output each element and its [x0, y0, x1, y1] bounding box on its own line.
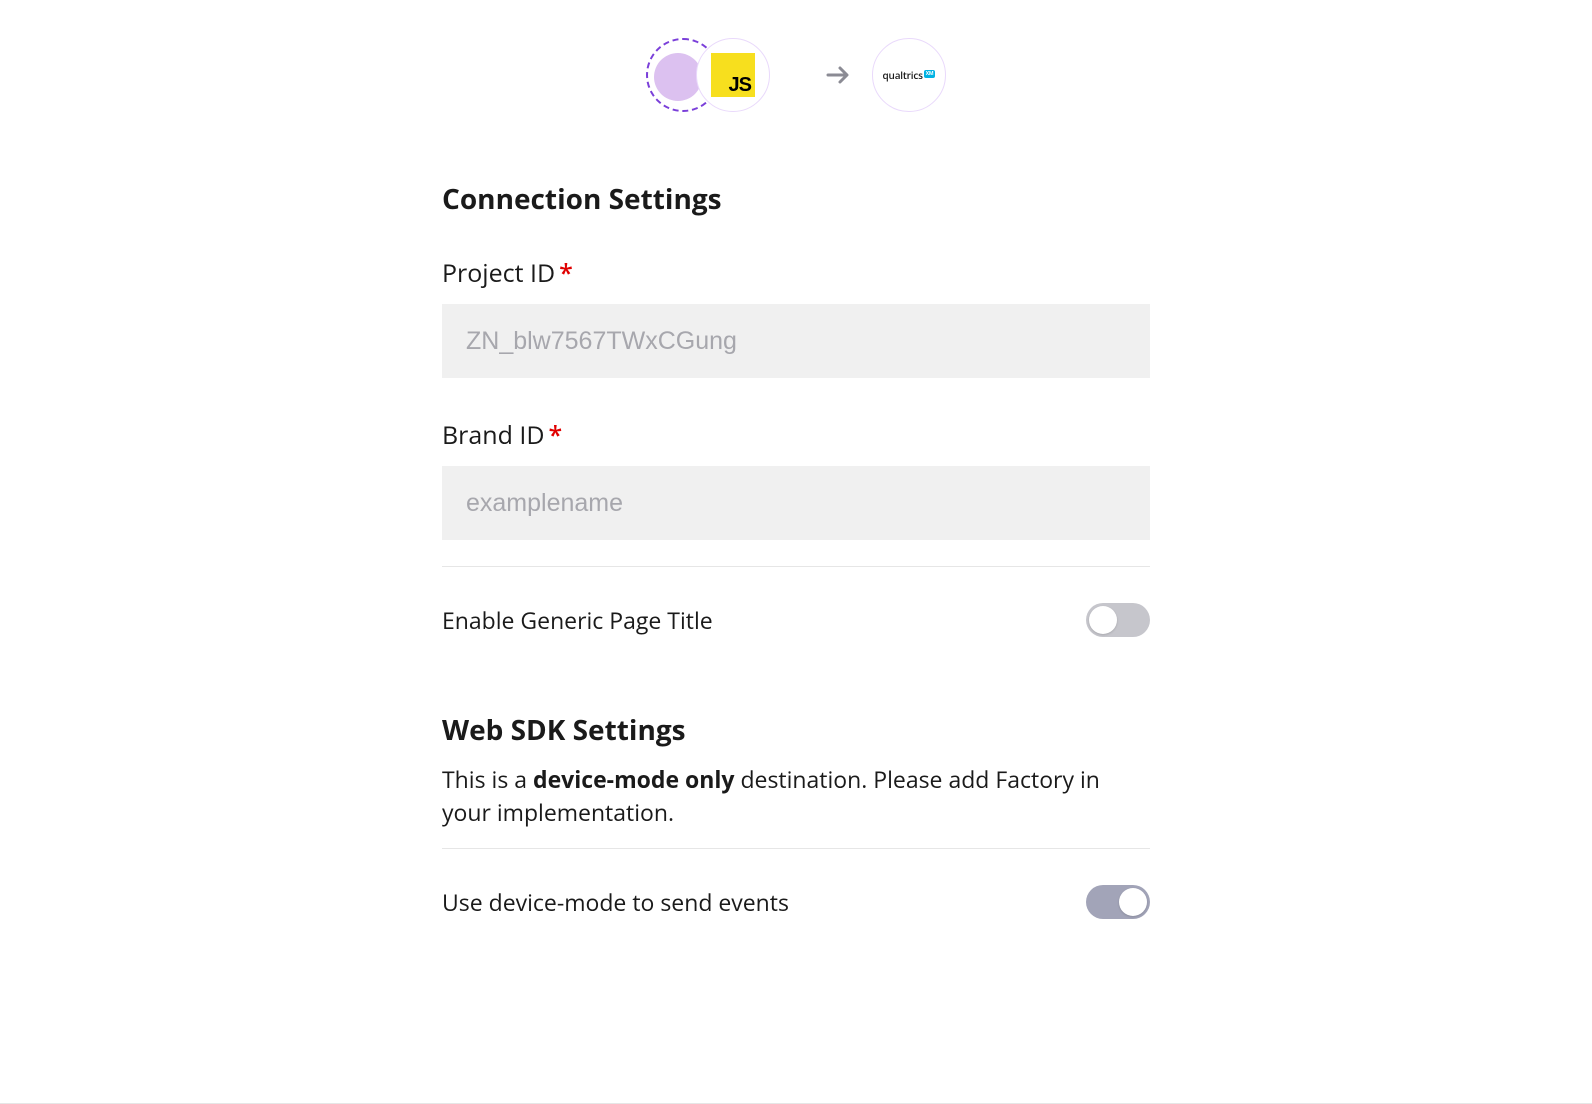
web-sdk-settings-title: Web SDK Settings	[442, 711, 1150, 749]
destination-circle: qualtricsXM	[872, 38, 946, 112]
toggle-knob-icon	[1089, 606, 1117, 634]
web-sdk-desc-pre: This is a	[442, 763, 533, 795]
javascript-icon-label: JS	[729, 74, 751, 97]
required-star-icon: *	[559, 256, 573, 290]
web-sdk-description: This is a device-mode only destination. …	[442, 763, 1150, 830]
javascript-icon: JS	[711, 53, 755, 97]
web-sdk-section: Web SDK Settings This is a device-mode o…	[442, 711, 1150, 929]
brand-id-label: Brand ID*	[442, 418, 1150, 452]
brand-id-field-block: Brand ID*	[442, 418, 1150, 540]
arrow-right-icon	[826, 65, 852, 85]
qualtrics-logo-icon: qualtricsXM	[883, 68, 936, 82]
form-content: Connection Settings Project ID* Brand ID…	[442, 180, 1150, 929]
source-circle: JS	[696, 38, 770, 112]
qualtrics-logo-text: qualtrics	[883, 68, 923, 82]
generic-page-title-toggle[interactable]	[1086, 603, 1150, 637]
source-lilac-circle-icon	[654, 53, 702, 101]
toggle-knob-icon	[1119, 888, 1147, 916]
device-mode-label: Use device-mode to send events	[442, 886, 789, 918]
connection-settings-title: Connection Settings	[442, 180, 1150, 218]
brand-id-input[interactable]	[442, 466, 1150, 540]
device-mode-toggle[interactable]	[1086, 885, 1150, 919]
required-star-icon: *	[549, 418, 563, 452]
qualtrics-xm-badge: XM	[924, 70, 936, 78]
connection-flow-header: JS qualtricsXM	[0, 0, 1592, 120]
project-id-label-text: Project ID	[442, 256, 555, 290]
source-group: JS	[646, 30, 806, 120]
project-id-input[interactable]	[442, 304, 1150, 378]
project-id-label: Project ID*	[442, 256, 1150, 290]
web-sdk-desc-bold: device-mode only	[533, 763, 734, 795]
brand-id-label-text: Brand ID	[442, 418, 545, 452]
generic-page-title-label: Enable Generic Page Title	[442, 604, 713, 636]
device-mode-row: Use device-mode to send events	[442, 849, 1150, 929]
project-id-field-block: Project ID*	[442, 256, 1150, 378]
settings-page: JS qualtricsXM Connection Settings Proje…	[0, 0, 1592, 1104]
generic-page-title-row: Enable Generic Page Title	[442, 567, 1150, 647]
